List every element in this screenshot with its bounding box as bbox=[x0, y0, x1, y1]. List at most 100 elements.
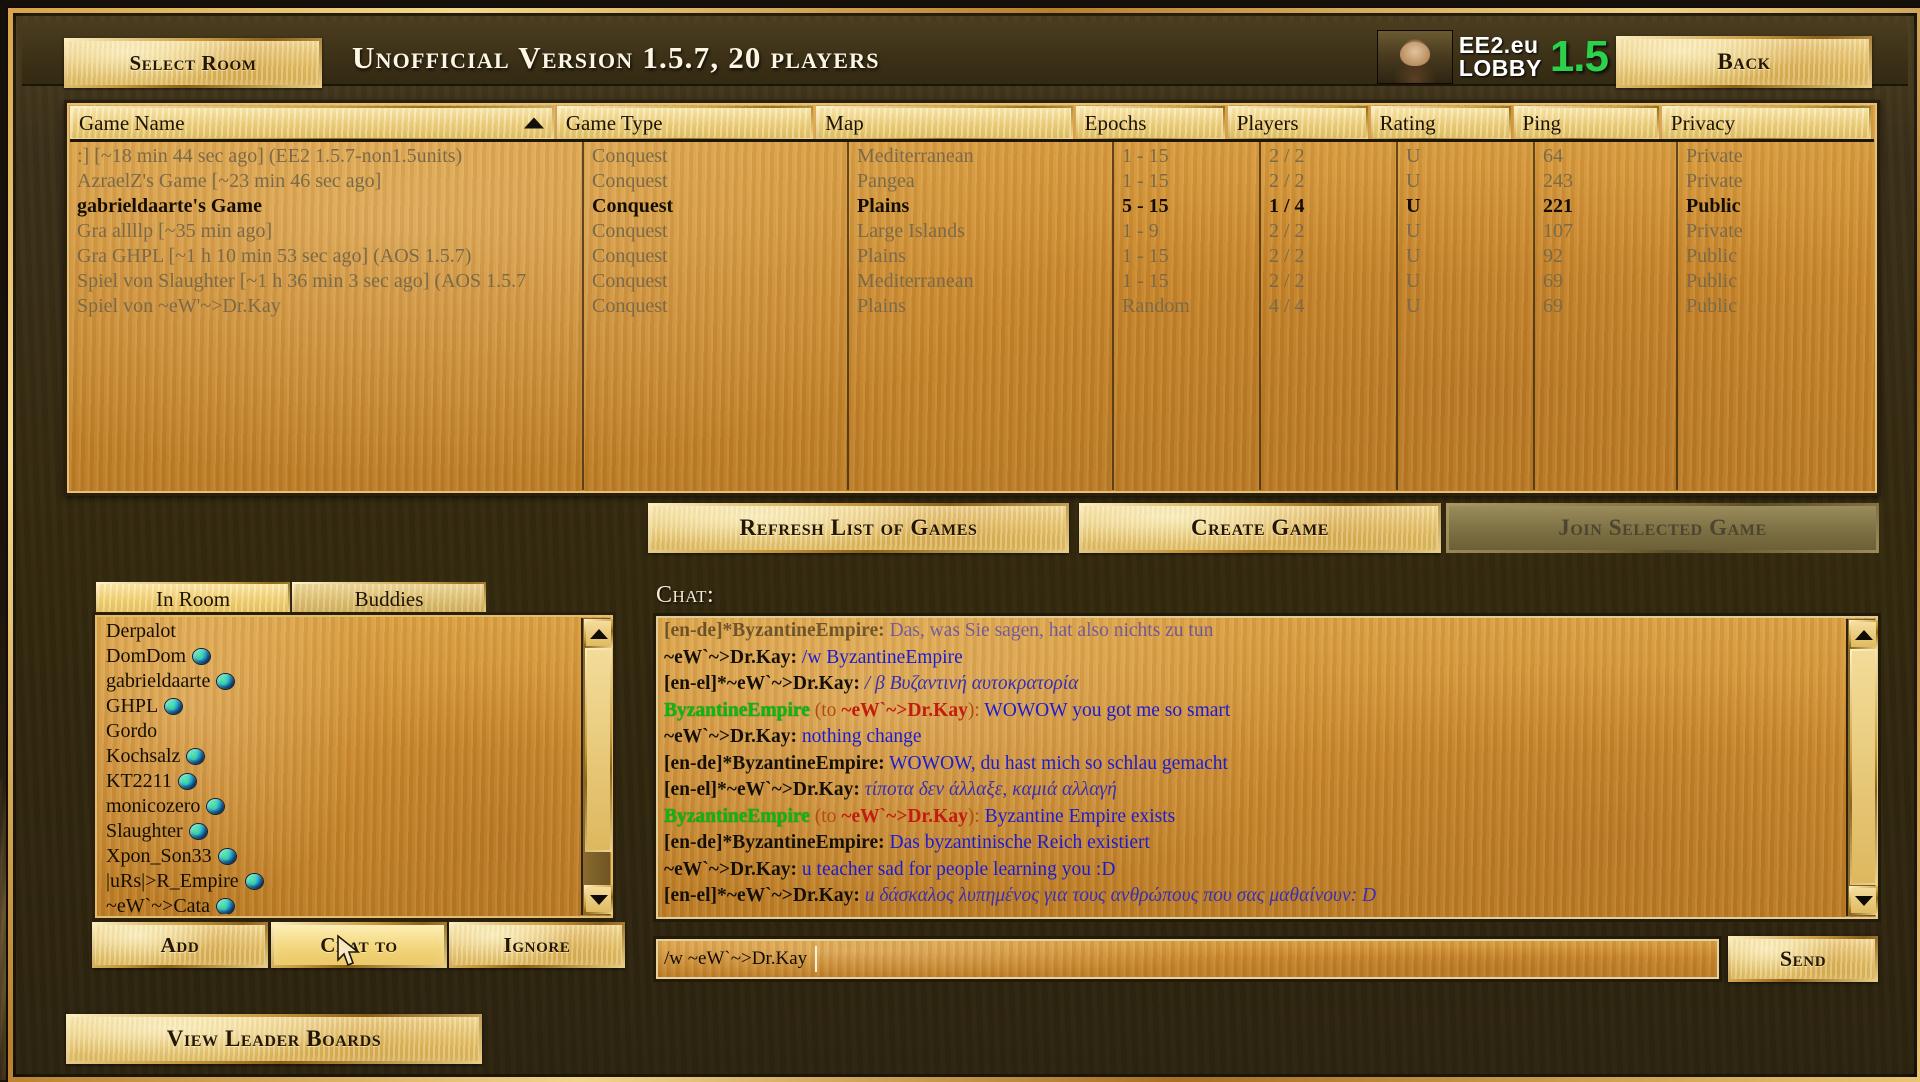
player-name: GHPL bbox=[106, 695, 158, 718]
column-header-label: Players bbox=[1237, 111, 1299, 136]
list-item[interactable]: Kochsalz bbox=[100, 744, 579, 769]
player-name: Kochsalz bbox=[106, 745, 180, 768]
chat-scrollbar[interactable] bbox=[1846, 619, 1875, 916]
players-scroll-thumb[interactable] bbox=[585, 648, 612, 852]
mona-lisa-icon bbox=[1377, 30, 1453, 84]
games-table-header: Game NameGame TypeMapEpochsPlayersRating… bbox=[70, 106, 1874, 136]
chat-scroll-down-icon[interactable] bbox=[1849, 886, 1878, 915]
list-item[interactable]: ~eW`~>Cata bbox=[100, 894, 579, 914]
add-buddy-button[interactable]: Add bbox=[92, 922, 268, 968]
chat-message-text: WOWOW you got me so smart bbox=[980, 700, 1231, 721]
lobby-window: Select Room Unofficial Version 1.5.7, 20… bbox=[8, 8, 1920, 1082]
cell-ping: 69 bbox=[1536, 270, 1679, 293]
column-header-ping[interactable]: Ping bbox=[1514, 106, 1659, 140]
select-room-button[interactable]: Select Room bbox=[64, 38, 322, 88]
cell-rating: U bbox=[1399, 195, 1536, 218]
chat-to-button[interactable]: Chat to bbox=[271, 922, 447, 968]
ignore-button[interactable]: Ignore bbox=[449, 922, 625, 968]
chat-scroll-up-icon[interactable] bbox=[1849, 620, 1878, 649]
list-item[interactable]: GHPL bbox=[100, 694, 579, 719]
cell-rating: U bbox=[1399, 170, 1536, 193]
list-item[interactable]: monicozero bbox=[100, 794, 579, 819]
logo-version: 1.5 bbox=[1550, 32, 1608, 82]
column-header-label: Map bbox=[825, 111, 864, 136]
chat-message-text: / β Βυζαντινή αυτοκρατορία bbox=[860, 673, 1079, 694]
globe-icon bbox=[246, 874, 263, 889]
add-label: Add bbox=[161, 933, 200, 958]
globe-icon bbox=[187, 749, 204, 764]
cell-map: Plains bbox=[850, 195, 1115, 218]
cell-type: Conquest bbox=[585, 245, 850, 268]
list-item[interactable]: DomDom bbox=[100, 644, 579, 669]
cell-type: Conquest bbox=[585, 220, 850, 243]
column-header-privacy[interactable]: Privacy bbox=[1662, 106, 1871, 140]
list-item[interactable]: Derpalot bbox=[100, 619, 579, 644]
tab-in-room[interactable]: In Room bbox=[96, 582, 290, 616]
create-game-button[interactable]: Create Game bbox=[1079, 503, 1441, 553]
cell-players: 2 / 2 bbox=[1262, 245, 1399, 268]
list-item[interactable]: KT2211 bbox=[100, 769, 579, 794]
cell-rating: U bbox=[1399, 220, 1536, 243]
table-row[interactable]: :] [~18 min 44 sec ago] (EE2 1.5.7-non1.… bbox=[70, 144, 1874, 169]
list-item[interactable]: Xpon_Son33 bbox=[100, 844, 579, 869]
send-button[interactable]: Send bbox=[1728, 936, 1878, 982]
chat-message: [en-de]*ByzantineEmpire: Das byzantinisc… bbox=[664, 830, 1842, 857]
logo-text: EE2.eu LOBBY bbox=[1459, 34, 1542, 80]
chat-message-text: Byzantine Empire exists bbox=[980, 806, 1176, 827]
globe-icon bbox=[179, 774, 196, 789]
chat-message-text: Das byzantinische Reich existiert bbox=[885, 832, 1150, 853]
table-row[interactable]: Spiel von Slaughter [~1 h 36 min 3 sec a… bbox=[70, 269, 1874, 294]
back-button[interactable]: Back bbox=[1616, 36, 1872, 88]
cell-name: Spiel von ~eW'~>Dr.Kay bbox=[70, 295, 585, 318]
cell-ping: 221 bbox=[1536, 195, 1679, 218]
column-header-type[interactable]: Game Type bbox=[557, 106, 813, 140]
chat-nickname: [en-el]*~eW`~>Dr.Kay: bbox=[664, 673, 860, 694]
list-item[interactable]: |uRs|>R_Empire bbox=[100, 869, 579, 894]
refresh-list-button[interactable]: Refresh List of Games bbox=[648, 503, 1069, 553]
column-header-players[interactable]: Players bbox=[1228, 106, 1368, 140]
cell-epochs: 1 - 15 bbox=[1115, 170, 1262, 193]
page-title: Unofficial Version 1.5.7, 20 players bbox=[352, 36, 1132, 80]
column-header-name[interactable]: Game Name bbox=[70, 106, 554, 140]
chat-nickname: [en-el]*~eW`~>Dr.Kay: bbox=[664, 779, 860, 800]
list-item[interactable]: Gordo bbox=[100, 719, 579, 744]
chat-nickname: ~eW`~>Dr.Kay: bbox=[664, 647, 797, 668]
players-scrollbar[interactable] bbox=[581, 618, 610, 915]
scroll-down-icon[interactable] bbox=[584, 885, 613, 914]
games-table-body[interactable]: :] [~18 min 44 sec ago] (EE2 1.5.7-non1.… bbox=[70, 139, 1874, 490]
chat-message-text: /w ByzantineEmpire bbox=[797, 647, 963, 668]
chat-input-field[interactable]: /w ~eW`~>Dr.Kay bbox=[653, 936, 1722, 982]
players-list[interactable]: DerpalotDomDomgabrieldaarteGHPLGordoKoch… bbox=[100, 619, 579, 914]
chat-nickname: ByzantineEmpire bbox=[664, 806, 810, 827]
globe-icon bbox=[165, 699, 182, 714]
cell-map: Large Islands bbox=[850, 220, 1115, 243]
column-header-rating[interactable]: Rating bbox=[1371, 106, 1511, 140]
cell-name: gabrieldaarte's Game bbox=[70, 195, 585, 218]
cell-map: Mediterranean bbox=[850, 270, 1115, 293]
table-row[interactable]: Spiel von ~eW'~>Dr.KayConquestPlainsRand… bbox=[70, 294, 1874, 319]
cell-name: Spiel von Slaughter [~1 h 36 min 3 sec a… bbox=[70, 270, 585, 293]
chat-scroll-thumb[interactable] bbox=[1850, 649, 1877, 885]
table-row[interactable]: gabrieldaarte's GameConquestPlains5 - 15… bbox=[70, 194, 1874, 219]
chat-whisper-prefix: (to bbox=[810, 806, 841, 827]
chat-nickname: ~eW`~>Dr.Kay: bbox=[664, 859, 797, 880]
list-item[interactable]: gabrieldaarte bbox=[100, 669, 579, 694]
chat-message: ByzantineEmpire (to ~eW`~>Dr.Kay): Byzan… bbox=[664, 804, 1842, 831]
player-name: ~eW`~>Cata bbox=[106, 895, 210, 914]
cell-privacy: Public bbox=[1679, 245, 1892, 268]
cell-map: Mediterranean bbox=[850, 145, 1115, 168]
chat-input-value[interactable]: /w ~eW`~>Dr.Kay bbox=[656, 946, 817, 972]
site-logo: EE2.eu LOBBY 1.5 bbox=[1377, 29, 1608, 85]
list-item[interactable]: Slaughter bbox=[100, 819, 579, 844]
cell-rating: U bbox=[1399, 145, 1536, 168]
scroll-up-icon[interactable] bbox=[584, 619, 613, 648]
column-header-map[interactable]: Map bbox=[816, 106, 1072, 140]
table-row[interactable]: AzraelZ's Game [~23 min 46 sec ago]Conqu… bbox=[70, 169, 1874, 194]
tab-buddies[interactable]: Buddies bbox=[292, 582, 486, 616]
table-row[interactable]: Gra allllp [~35 min ago]ConquestLarge Is… bbox=[70, 219, 1874, 244]
column-header-epochs[interactable]: Epochs bbox=[1076, 106, 1225, 140]
cell-ping: 69 bbox=[1536, 295, 1679, 318]
view-leader-boards-button[interactable]: View Leader Boards bbox=[66, 1014, 482, 1064]
table-row[interactable]: Gra GHPL [~1 h 10 min 53 sec ago] (AOS 1… bbox=[70, 244, 1874, 269]
games-list-panel: Game NameGame Type Map Epochs Players Rating… bbox=[64, 100, 1880, 496]
